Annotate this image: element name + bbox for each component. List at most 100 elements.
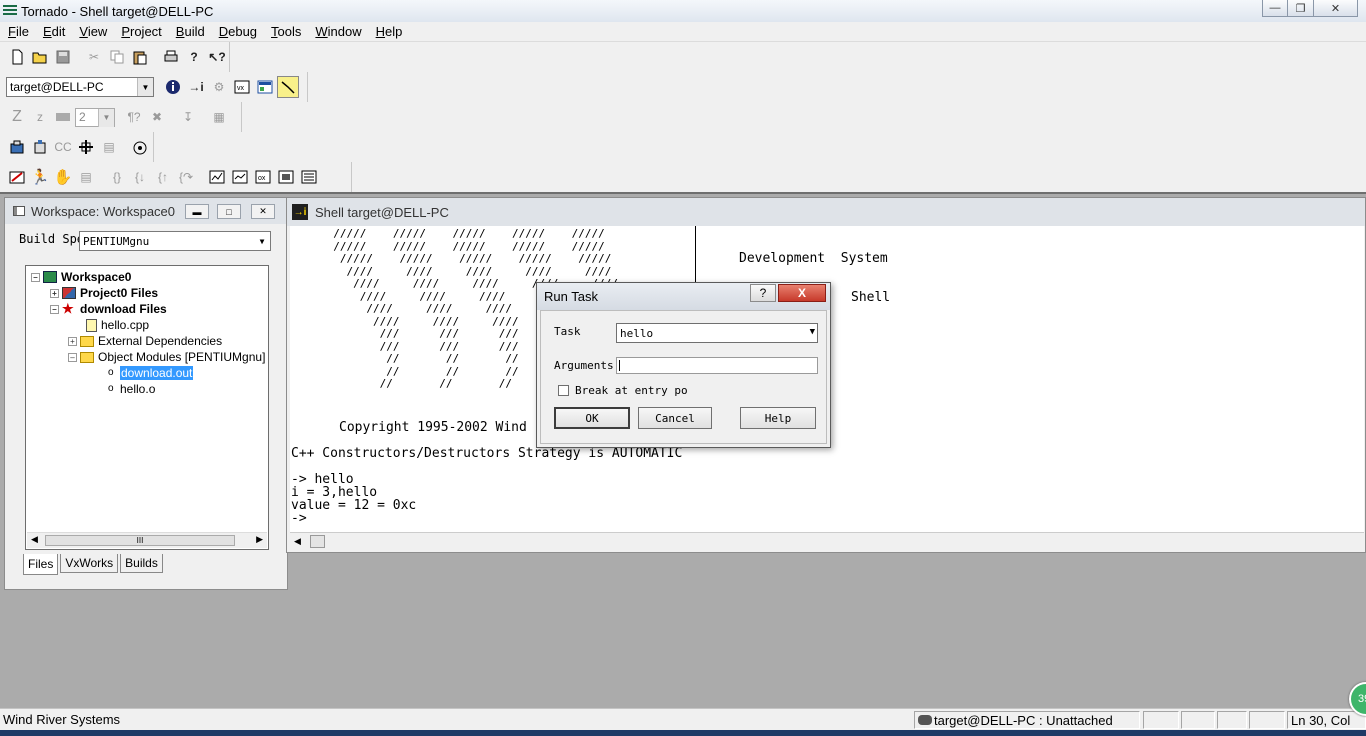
tree-node-hello-o[interactable]: o hello.o (108, 381, 155, 397)
ok-button[interactable]: OK (554, 407, 630, 429)
cancel-button[interactable]: Cancel (638, 407, 712, 429)
chevron-down-icon: ▼ (137, 78, 153, 96)
menu-view[interactable]: View (71, 24, 113, 39)
tree-node-hello-cpp[interactable]: hello.cpp (86, 317, 149, 333)
memory-window-icon[interactable] (206, 166, 228, 188)
disable-icon[interactable]: ✖ (146, 106, 168, 128)
svg-text:vx: vx (237, 85, 245, 92)
tree-horizontal-scrollbar[interactable]: ◀ III ▶ (27, 532, 267, 548)
tab-builds[interactable]: Builds (120, 554, 163, 573)
dialog-body: Task hello ▼ Arguments: Break at entry p… (540, 310, 827, 444)
target-server-combo[interactable]: target@DELL-PC ▼ (6, 77, 154, 97)
tornado-app-icon (3, 4, 17, 18)
table-icon[interactable]: ▦ (208, 106, 230, 128)
collapse-icon[interactable]: – (31, 272, 40, 282)
windview-icon[interactable] (277, 76, 299, 98)
vxworks-icon[interactable]: vx (231, 76, 253, 98)
step-z-icon[interactable]: Z (6, 106, 28, 128)
query-icon[interactable]: ¶? (123, 106, 145, 128)
build-spec-combo[interactable]: PENTIUMgnu ▼ (79, 231, 271, 251)
tab-files[interactable]: Files (23, 554, 59, 575)
step-out-icon[interactable]: {↑ (152, 166, 174, 188)
new-file-icon[interactable] (6, 46, 28, 68)
shell-horizontal-scrollbar[interactable]: ◀ (290, 532, 1364, 550)
source-file-icon (86, 318, 97, 332)
variables-window-icon[interactable]: ox (252, 166, 274, 188)
break-at-entry-checkbox[interactable] (558, 385, 569, 396)
help-icon[interactable]: ? (183, 46, 205, 68)
cut-icon[interactable]: ✂ (83, 46, 105, 68)
print-icon[interactable] (160, 46, 182, 68)
tree-node-download[interactable]: – ★ download Files (50, 301, 167, 317)
shell-icon[interactable]: →i (185, 76, 207, 98)
copy-icon[interactable] (106, 46, 128, 68)
expand-icon[interactable]: + (68, 336, 77, 346)
block-icon[interactable] (52, 106, 74, 128)
build-toolbar: CC ▤ (2, 132, 154, 162)
arguments-input[interactable] (616, 357, 818, 374)
step-in-icon[interactable]: {↓ (129, 166, 151, 188)
target-icon[interactable] (129, 136, 151, 158)
info-icon[interactable] (162, 76, 184, 98)
collapse-icon[interactable]: – (68, 352, 77, 362)
tab-vxworks[interactable]: VxWorks (60, 554, 119, 573)
tree-node-download-out[interactable]: o download.out (108, 365, 194, 381)
menu-help[interactable]: Help (368, 24, 409, 39)
stop-build-icon[interactable]: ▤ (98, 136, 120, 158)
scroll-right-icon[interactable]: ▶ (256, 534, 263, 545)
scroll-left-icon[interactable]: ◀ (31, 534, 38, 545)
dialog-close-button[interactable]: X (778, 284, 826, 302)
menu-project[interactable]: Project (113, 24, 167, 39)
open-folder-icon[interactable] (29, 46, 51, 68)
break-icon[interactable]: ▤ (75, 166, 97, 188)
menu-file[interactable]: File (0, 24, 35, 39)
backtrace-window-icon[interactable] (275, 166, 297, 188)
build-icon[interactable] (6, 136, 28, 158)
locals-window-icon[interactable] (298, 166, 320, 188)
restore-button[interactable]: ❐ (1288, 0, 1314, 17)
close-button[interactable]: ✕ (1314, 0, 1358, 17)
step-small-z-icon[interactable]: z (29, 106, 51, 128)
menu-build[interactable]: Build (168, 24, 211, 39)
shell-titlebar: →i Shell target@DELL-PC (287, 198, 1365, 226)
tree-node-workspace[interactable]: – Workspace0 (31, 269, 131, 285)
rebuild-icon[interactable] (29, 136, 51, 158)
tree-node-external-deps[interactable]: + External Dependencies (68, 333, 222, 349)
menu-window[interactable]: Window (307, 24, 367, 39)
browser-icon[interactable] (254, 76, 276, 98)
download-icon[interactable] (75, 136, 97, 158)
scroll-left-icon[interactable]: ◀ (294, 536, 301, 547)
stop-hand-icon[interactable]: ✋ (52, 166, 74, 188)
dialog-help-button[interactable]: ? (750, 284, 776, 302)
debugger-icon[interactable]: ⚙ (208, 76, 230, 98)
count-combo[interactable]: 2 ▼ (75, 107, 115, 127)
workspace-close-button[interactable]: ✕ (251, 204, 275, 219)
paste-icon[interactable] (129, 46, 151, 68)
collapse-icon[interactable]: – (50, 304, 59, 314)
menu-debug[interactable]: Debug (211, 24, 263, 39)
step-over-icon[interactable]: {} (106, 166, 128, 188)
context-help-icon[interactable]: ↖? (206, 46, 228, 68)
status-bar: Wind River Systems target@DELL-PC : Unat… (0, 708, 1366, 730)
save-icon[interactable] (52, 46, 74, 68)
tree-node-project0[interactable]: + Project0 Files (50, 285, 158, 301)
tree-node-object-modules[interactable]: – Object Modules [PENTIUMgnu] (68, 349, 265, 365)
expand-icon[interactable]: + (50, 288, 59, 298)
step-into-icon[interactable]: ↧ (177, 106, 199, 128)
run-icon[interactable]: 🏃 (29, 166, 51, 188)
workspace-tabs: Files VxWorks Builds (23, 554, 165, 575)
workspace-minimize-button[interactable]: ▬ (185, 204, 209, 219)
debug-launch-icon[interactable] (6, 166, 28, 188)
task-select[interactable]: hello ▼ (616, 323, 818, 343)
scrollbar-thumb[interactable]: III (45, 535, 235, 546)
scrollbar-thumb[interactable] (310, 535, 325, 548)
workspace-maximize-button[interactable]: □ (217, 204, 241, 219)
minimize-button[interactable]: — (1262, 0, 1288, 17)
continue-icon[interactable]: {↷ (175, 166, 197, 188)
arguments-label: Arguments: (554, 359, 621, 372)
help-button[interactable]: Help (740, 407, 816, 429)
register-window-icon[interactable] (229, 166, 251, 188)
menu-edit[interactable]: Edit (35, 24, 71, 39)
compile-cc-icon[interactable]: CC (52, 136, 74, 158)
menu-tools[interactable]: Tools (263, 24, 307, 39)
